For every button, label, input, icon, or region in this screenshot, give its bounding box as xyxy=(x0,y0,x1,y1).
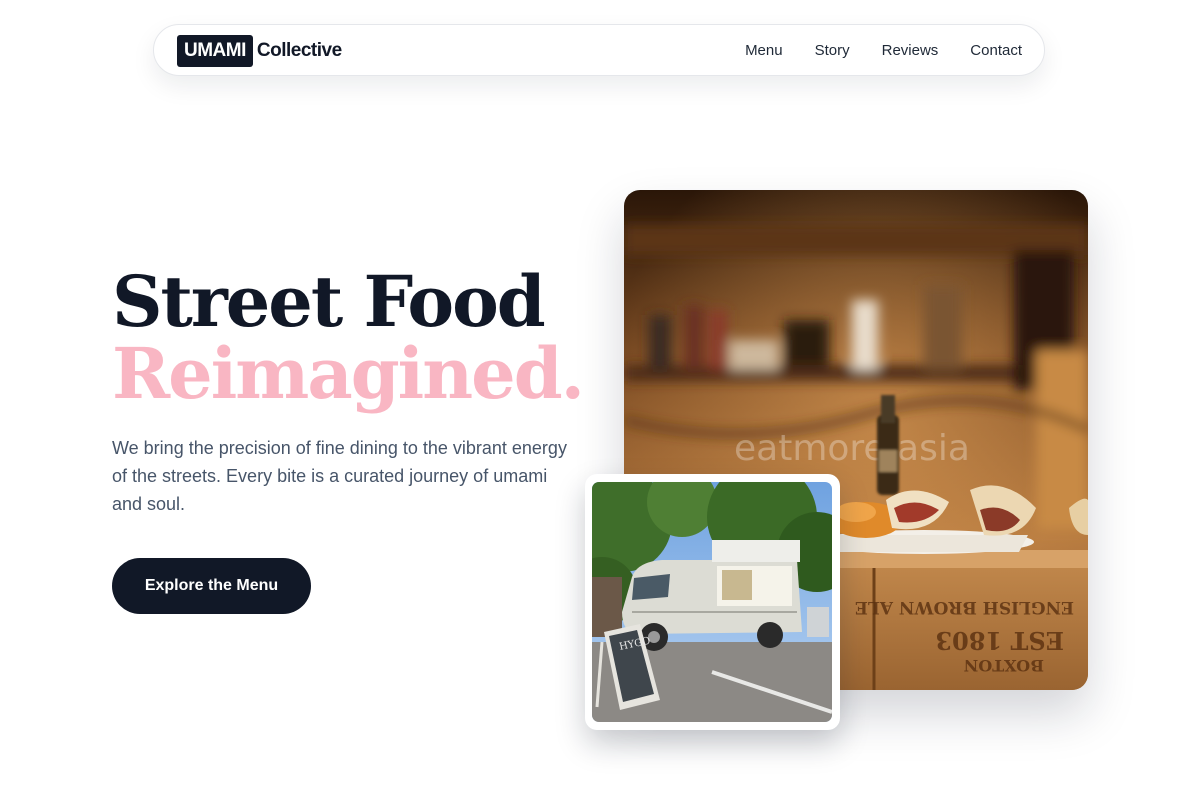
nav-link-reviews[interactable]: Reviews xyxy=(882,42,939,59)
crate-text-2: EST 1803 xyxy=(935,626,1064,655)
page: UMAMI Collective Menu Story Reviews Cont… xyxy=(0,0,1200,800)
nav-link-menu[interactable]: Menu xyxy=(745,42,783,59)
top-navbar: UMAMI Collective Menu Story Reviews Cont… xyxy=(153,24,1045,76)
crate-text-1: BOXTON xyxy=(964,656,1044,675)
food-truck-photo: HYGO xyxy=(592,482,832,722)
hero-description: We bring the precision of fine dining to… xyxy=(112,438,567,514)
explore-menu-button[interactable]: Explore the Menu xyxy=(112,558,311,614)
nav-links: Menu Story Reviews Contact xyxy=(745,25,1022,75)
nav-link-story[interactable]: Story xyxy=(815,42,850,59)
hero-title: Street Food Reimagined. xyxy=(112,260,585,415)
hero-title-line2: Reimagined. xyxy=(112,332,585,415)
food-truck-photo-card: HYGO xyxy=(585,474,840,730)
logo-text: Collective xyxy=(256,40,342,61)
brand-logo[interactable]: UMAMI Collective xyxy=(177,35,342,67)
crate-text-3: ENGLISH BROWN ALE xyxy=(855,597,1074,617)
watermark-text: eatmore.asia xyxy=(734,428,970,469)
hero-title-line1: Street Food xyxy=(112,260,546,343)
logo-box: UMAMI xyxy=(177,35,253,67)
nav-link-contact[interactable]: Contact xyxy=(970,42,1022,59)
